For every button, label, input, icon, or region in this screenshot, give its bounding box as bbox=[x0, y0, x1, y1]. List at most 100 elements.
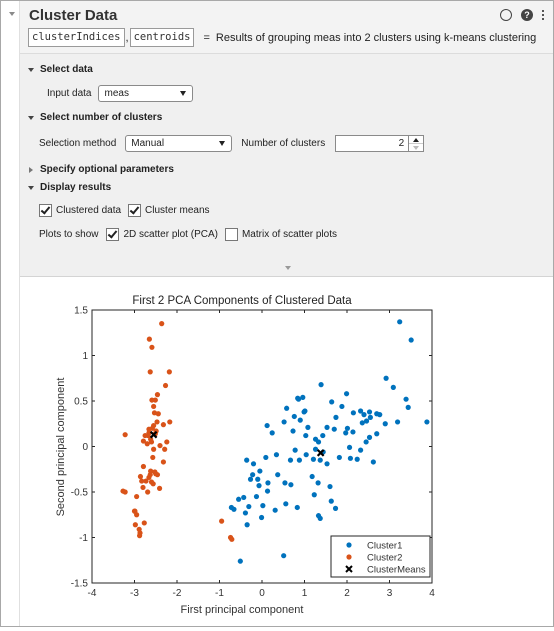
cluster1-point bbox=[291, 413, 297, 420]
cluster1-point bbox=[264, 422, 270, 429]
cluster1-point bbox=[236, 496, 242, 502]
section-label: Specify optional parameters bbox=[40, 164, 174, 175]
scatter-matrix-label: Matrix of scatter plots bbox=[241, 229, 337, 240]
section-display-results[interactable]: Display results bbox=[28, 182, 111, 193]
cluster1-point bbox=[424, 419, 430, 425]
cluster1-point bbox=[255, 476, 261, 482]
cluster2-point bbox=[140, 484, 146, 491]
cluster1-point bbox=[317, 457, 323, 463]
cluster2-point bbox=[143, 478, 149, 484]
cluster2-point bbox=[147, 369, 153, 375]
cluster1-point bbox=[282, 480, 288, 486]
x-tick-label: 2 bbox=[344, 588, 350, 599]
cluster2-point bbox=[151, 403, 157, 410]
input-data-dropdown[interactable]: meas bbox=[98, 85, 194, 102]
collapse-task-arrow-icon[interactable] bbox=[9, 12, 15, 16]
cluster1-point bbox=[263, 454, 269, 461]
cluster1-point bbox=[347, 455, 353, 461]
cluster1-point bbox=[324, 424, 330, 430]
kebab-menu-icon[interactable] bbox=[542, 10, 545, 20]
cluster1-point bbox=[390, 384, 396, 390]
cluster1-point bbox=[253, 493, 260, 500]
cluster1-point bbox=[275, 472, 281, 478]
cluster2-point bbox=[140, 438, 147, 444]
cluster2-point bbox=[154, 472, 161, 478]
cluster2-point bbox=[162, 382, 169, 389]
cluster1-point bbox=[363, 439, 369, 445]
selection-method-value: Manual bbox=[131, 138, 165, 149]
cluster-means-label: Cluster means bbox=[145, 205, 210, 216]
input-data-value: meas bbox=[104, 88, 129, 99]
legend-marker-cluster2 bbox=[346, 554, 352, 560]
task-gutter bbox=[1, 1, 20, 626]
spin-down-icon[interactable] bbox=[409, 143, 424, 151]
cluster1-point bbox=[346, 444, 353, 451]
cluster2-point bbox=[134, 493, 140, 500]
plots-row: Plots to show 2D scatter plot (PCA) Matr… bbox=[39, 228, 344, 241]
section-select-clusters[interactable]: Select number of clusters bbox=[28, 112, 162, 123]
cluster1-point bbox=[339, 403, 345, 410]
num-clusters-input[interactable]: 2 bbox=[335, 135, 410, 152]
cluster2-point bbox=[141, 520, 147, 526]
cluster1-point bbox=[329, 399, 335, 405]
cluster1-point bbox=[408, 337, 414, 343]
spinner-buttons bbox=[409, 135, 425, 152]
section-optional-params[interactable]: Specify optional parameters bbox=[28, 164, 174, 175]
cluster1-point bbox=[382, 421, 388, 427]
circle-icon[interactable] bbox=[500, 9, 512, 21]
cluster1-point bbox=[377, 412, 383, 418]
section-select-data[interactable]: Select data bbox=[28, 64, 93, 75]
scatter-matrix-checkbox[interactable]: Matrix of scatter plots bbox=[224, 228, 337, 241]
plots-to-show-label: Plots to show bbox=[39, 229, 99, 240]
cluster2-point bbox=[120, 488, 126, 494]
y-tick-label: -1 bbox=[79, 533, 88, 544]
cluster2-point bbox=[151, 446, 157, 452]
spin-up-icon[interactable] bbox=[409, 136, 423, 143]
legend-label-clustermeans: ClusterMeans bbox=[367, 565, 426, 576]
cluster1-point bbox=[273, 452, 280, 458]
legend-label-cluster1: Cluster1 bbox=[367, 541, 402, 552]
cluster1-point bbox=[367, 414, 373, 420]
cluster1-point bbox=[354, 456, 360, 462]
cluster1-point bbox=[296, 457, 302, 463]
cluster1-point bbox=[310, 456, 317, 462]
cluster2-point bbox=[148, 479, 155, 485]
cluster2-point bbox=[132, 522, 138, 528]
cluster1-point bbox=[250, 472, 256, 478]
x-tick-label: 3 bbox=[387, 588, 393, 599]
cluster1-point bbox=[309, 473, 315, 480]
cluster2-point bbox=[162, 446, 168, 452]
clustered-data-checkbox[interactable]: Clustered data bbox=[39, 204, 121, 217]
help-icon[interactable]: ? bbox=[521, 9, 533, 21]
output-var-centroids[interactable]: centroids bbox=[129, 28, 195, 47]
cluster2-point bbox=[149, 344, 155, 350]
cluster2-point bbox=[147, 472, 153, 478]
cluster2-point bbox=[145, 489, 151, 495]
cluster1-point bbox=[317, 515, 323, 521]
x-axis-label: First principal component bbox=[181, 604, 304, 616]
cluster1-point bbox=[297, 417, 303, 423]
cluster1-point bbox=[295, 395, 301, 401]
selection-method-dropdown[interactable]: Manual bbox=[125, 135, 233, 152]
cluster1-point bbox=[358, 447, 364, 453]
cluster1-point bbox=[250, 461, 257, 467]
cluster1-point bbox=[257, 468, 263, 474]
section-label: Select number of clusters bbox=[40, 112, 163, 123]
cluster1-point bbox=[242, 510, 249, 516]
cluster2-point bbox=[142, 432, 148, 439]
scatter-2d-checkbox[interactable]: 2D scatter plot (PCA) bbox=[106, 228, 218, 241]
cluster2-point bbox=[156, 485, 163, 491]
task-controls: Select data Input data meas Select numbe… bbox=[20, 54, 553, 277]
output-var-cluster-indices[interactable]: clusterIndices bbox=[28, 28, 125, 47]
y-tick-label: 0 bbox=[82, 442, 88, 453]
cluster1-point bbox=[237, 558, 243, 564]
checkbox-checked-icon bbox=[39, 204, 52, 217]
cluster1-point bbox=[311, 492, 317, 498]
cluster1-point bbox=[244, 522, 250, 528]
x-tick-label: -1 bbox=[215, 588, 224, 599]
cluster1-point bbox=[327, 483, 333, 490]
cluster-means-checkbox[interactable]: Cluster means bbox=[128, 204, 210, 217]
live-task-frame: Cluster Data ? clusterIndices , centroid… bbox=[0, 0, 554, 627]
output-summary: clusterIndices , centroids = Results of … bbox=[28, 28, 536, 47]
resize-controls-arrow-icon[interactable] bbox=[285, 266, 291, 270]
